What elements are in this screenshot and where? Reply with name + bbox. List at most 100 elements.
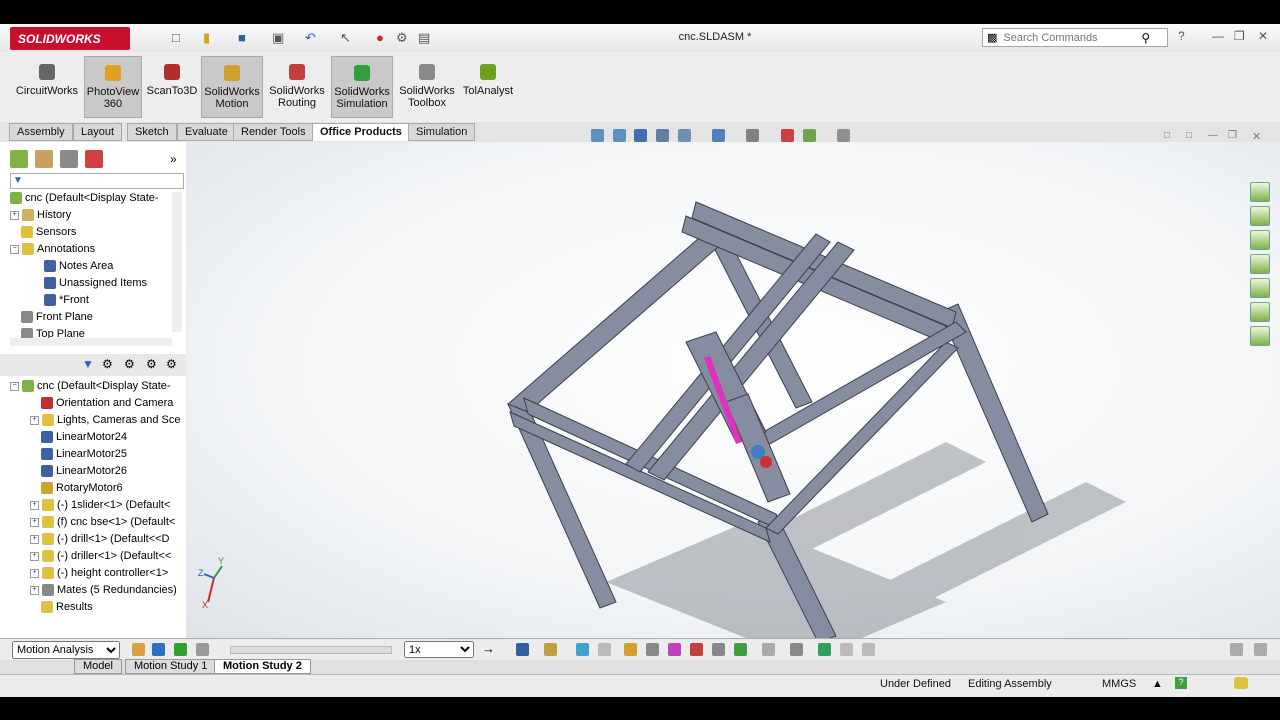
tab-sketch[interactable]: Sketch (127, 123, 177, 141)
feature-tree-item[interactable]: Notes Area (44, 260, 113, 273)
motion-tree-item[interactable]: + Lights, Cameras and Sce (30, 414, 181, 427)
study-type-select[interactable]: Motion Analysis (12, 641, 120, 659)
motion-tree-item[interactable]: Orientation and Camera (30, 397, 173, 410)
motion-tree-item[interactable]: Results (30, 601, 93, 614)
view-palette-icon[interactable] (1250, 278, 1270, 298)
panel-close-icon[interactable] (1254, 643, 1267, 656)
simulation-icon[interactable] (818, 643, 831, 656)
search-icon[interactable]: ⚲ (1141, 31, 1150, 45)
bottom-tab-model[interactable]: Model (74, 659, 122, 674)
ribbon-button-scanto3d[interactable]: ScanTo3D (144, 56, 200, 118)
expand-icon[interactable]: + (30, 551, 39, 561)
feature-tree-item[interactable]: Sensors (10, 226, 76, 239)
play-icon[interactable] (174, 643, 187, 656)
appearances-icon[interactable] (1250, 302, 1270, 322)
save-icon[interactable]: ■ (238, 30, 246, 45)
add-key-icon[interactable] (598, 643, 611, 656)
resources-icon[interactable] (1250, 182, 1270, 202)
hide-show-icon[interactable] (746, 129, 759, 142)
play-from-start-icon[interactable] (152, 643, 165, 656)
rotary-motor-icon[interactable] (760, 456, 772, 468)
rebuild-status-icon[interactable] (1234, 677, 1248, 689)
units-menu-icon[interactable]: ▲ (1152, 678, 1163, 690)
new-icon[interactable]: □ (172, 30, 180, 45)
damper-icon[interactable] (668, 643, 681, 656)
expand-icon[interactable]: + (30, 415, 39, 425)
design-library-icon[interactable] (1250, 230, 1270, 250)
motion-tree-item[interactable]: RotaryMotor6 (30, 482, 123, 495)
ribbon-button-circuitworks[interactable]: CircuitWorks (14, 56, 80, 118)
close-icon[interactable]: ✕ (1258, 29, 1268, 43)
export-icon[interactable] (840, 643, 853, 656)
ribbon-button-motion[interactable]: SolidWorks Motion (201, 56, 263, 118)
motion-tree-root[interactable]: − cnc (Default<Display State- (10, 380, 171, 393)
zoom-to-fit-icon[interactable] (591, 129, 604, 142)
expand-icon[interactable]: + (30, 585, 39, 595)
filter-selected-icon[interactable]: ⚙ (124, 357, 135, 371)
feature-tree-item[interactable]: + History (10, 209, 71, 222)
spring-icon[interactable] (646, 643, 659, 656)
feature-tree-scrollbar[interactable] (172, 192, 182, 332)
motion-tree-item[interactable]: + (-) drill<1> (Default<<D (30, 533, 170, 546)
feature-tree-item[interactable]: Unassigned Items (44, 277, 147, 290)
feature-tree-item[interactable]: − Annotations (10, 243, 95, 256)
autokey-icon[interactable] (576, 643, 589, 656)
minimize-icon[interactable]: — (1212, 29, 1224, 43)
expand-icon[interactable]: + (10, 210, 19, 220)
filter-animated-icon[interactable]: ▼ (82, 357, 94, 371)
expand-icon[interactable]: − (10, 244, 19, 254)
property-manager-icon[interactable] (35, 150, 53, 168)
motion-tree-item[interactable]: + Mates (5 Redundancies) (30, 584, 177, 597)
ribbon-button-routing[interactable]: SolidWorks Routing (266, 56, 328, 118)
collapse-icon[interactable] (862, 643, 875, 656)
playback-slider[interactable] (230, 646, 392, 654)
save-animation-icon[interactable] (516, 643, 529, 656)
study-properties-icon[interactable] (790, 643, 803, 656)
status-units[interactable]: MMGS (1102, 678, 1136, 690)
filter-results-icon[interactable]: ⚙ (146, 357, 157, 371)
expand-icon[interactable]: + (30, 500, 39, 510)
ribbon-button-toolbox[interactable]: SolidWorks Toolbox (396, 56, 458, 118)
viewport-tile-icon[interactable]: □ (1164, 130, 1170, 141)
gravity-icon[interactable] (734, 643, 747, 656)
feature-tree-hscrollbar[interactable] (10, 338, 172, 346)
open-icon[interactable]: ▮ (203, 30, 210, 46)
motor-icon[interactable] (624, 643, 637, 656)
motion-tree-item[interactable]: + (-) height controller<1> (30, 567, 168, 580)
apply-scene-icon[interactable] (803, 129, 816, 142)
bottom-tab-motion-study-1[interactable]: Motion Study 1 (125, 659, 217, 674)
undo-icon[interactable]: ↶ (305, 30, 316, 46)
motion-tree-item[interactable]: + (-) driller<1> (Default<< (30, 550, 171, 563)
motion-tree-item[interactable]: LinearMotor24 (30, 431, 127, 444)
print-icon[interactable]: ▣ (272, 30, 284, 46)
solidworks-logo[interactable]: SOLIDWORKS (10, 27, 130, 50)
rebuild-icon[interactable]: ● (376, 30, 384, 45)
restore-icon[interactable]: ❐ (1234, 29, 1245, 43)
zoom-area-icon[interactable] (613, 129, 626, 142)
feature-tree-root[interactable]: cnc (Default<Display State- (10, 192, 159, 205)
display-style-icon[interactable] (712, 129, 725, 142)
expand-icon[interactable]: + (30, 534, 39, 544)
tab-evaluate[interactable]: Evaluate (177, 123, 236, 141)
tab-layout[interactable]: Layout (73, 123, 123, 141)
section-view-icon[interactable] (656, 129, 669, 142)
ribbon-button-simulation[interactable]: SolidWorks Simulation (331, 56, 393, 118)
expand-panel-icon[interactable]: » (170, 152, 177, 166)
playback-mode-icon[interactable]: → (482, 641, 495, 656)
tab-render-tools[interactable]: Render Tools (233, 123, 314, 141)
tab-office-products[interactable]: Office Products (312, 123, 410, 141)
search-box[interactable]: ▩ ⚲ (982, 28, 1168, 47)
previous-view-icon[interactable] (634, 129, 647, 142)
help-status-icon[interactable]: ? (1175, 677, 1187, 689)
viewport-close-icon[interactable]: ✕ (1252, 130, 1261, 143)
viewport-restore-icon[interactable]: ❐ (1228, 130, 1237, 141)
tab-simulation[interactable]: Simulation (408, 123, 476, 141)
options-icon[interactable]: ⚙ (396, 30, 408, 46)
feature-manager-icon[interactable] (10, 150, 28, 168)
viewport-split-icon[interactable]: □ (1186, 130, 1192, 141)
motion-tree-item[interactable]: LinearMotor25 (30, 448, 127, 461)
filter-driving-icon[interactable]: ⚙ (102, 357, 113, 371)
view-orientation-icon[interactable] (678, 129, 691, 142)
timeline-toggle-icon[interactable] (1230, 643, 1243, 656)
feature-tree-item[interactable]: *Front (44, 294, 89, 307)
